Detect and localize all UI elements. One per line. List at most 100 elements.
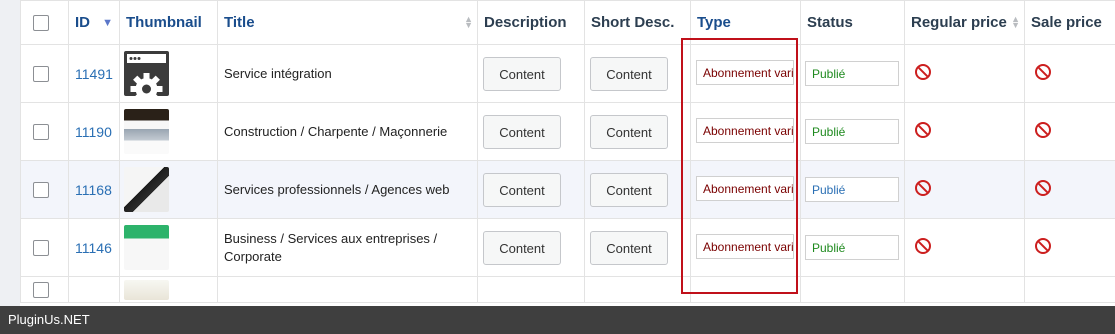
thumbnail-image[interactable]: [124, 167, 169, 212]
gear-icon: [127, 54, 166, 96]
thumbnail-image[interactable]: [124, 109, 169, 154]
short-desc-content-button[interactable]: Content: [590, 114, 668, 149]
no-entry-icon: [915, 64, 931, 80]
thumbnail-image[interactable]: [124, 51, 169, 96]
sort-icon[interactable]: ▲ ▼: [1011, 15, 1020, 30]
status-cell: Publié: [800, 218, 905, 277]
thumbnail-cell: [119, 218, 218, 277]
thumbnail-cell: [119, 276, 218, 303]
description-content-button[interactable]: Content: [483, 114, 561, 149]
footer-brand: PluginUs.NET: [8, 312, 90, 327]
left-gutter: [0, 0, 20, 334]
short-desc-content-button[interactable]: Content: [590, 172, 668, 207]
description-cell: Content: [477, 160, 585, 219]
column-description: Description: [477, 0, 585, 45]
row-select-cell: [20, 218, 69, 277]
short-desc-content-button[interactable]: Content: [590, 230, 668, 265]
status-cell: Publié: [800, 160, 905, 219]
sort-icon[interactable]: ▲ ▼: [464, 15, 473, 30]
short-desc-cell: Content: [584, 160, 691, 219]
title-cell: Services professionnels / Agences web: [217, 160, 478, 219]
column-regular-price[interactable]: Regular price ▲ ▼: [904, 0, 1025, 45]
column-thumbnail: Thumbnail: [119, 0, 218, 45]
description-content-button[interactable]: Content: [483, 56, 561, 91]
thumbnail-image[interactable]: [124, 225, 169, 270]
row-checkbox[interactable]: [33, 181, 49, 198]
id-cell: 11491: [68, 44, 120, 103]
id-link[interactable]: 11168: [69, 182, 112, 198]
description-cell: Content: [477, 218, 585, 277]
short-desc-content-button[interactable]: Content: [590, 56, 668, 91]
sort-desc-icon[interactable]: ▼: [102, 18, 113, 29]
regular-price-cell: [904, 44, 1025, 103]
title-cell: Service intégration: [217, 44, 478, 103]
regular-price-cell: [904, 102, 1025, 161]
column-title[interactable]: Title ▲ ▼: [217, 0, 478, 45]
short-desc-cell: [584, 276, 691, 303]
description-content-button[interactable]: Content: [483, 230, 561, 265]
no-entry-icon: [915, 238, 931, 254]
id-cell: 11146: [68, 218, 120, 277]
thumbnail-cell: [119, 102, 218, 161]
no-entry-icon: [1035, 238, 1051, 254]
sale-price-cell: [1024, 276, 1115, 303]
title-cell: [217, 276, 478, 303]
sale-price-cell: [1024, 102, 1115, 161]
row-checkbox[interactable]: [33, 239, 49, 256]
product-title[interactable]: Service intégration: [218, 65, 477, 83]
status-select[interactable]: Publié: [805, 119, 899, 144]
column-id[interactable]: ID ▼: [68, 0, 120, 45]
title-cell: Construction / Charpente / Maçonnerie: [217, 102, 478, 161]
products-table: ID ▼ Thumbnail Title ▲ ▼ Description Short …: [20, 0, 1115, 303]
column-status: Status: [800, 0, 905, 45]
row-checkbox[interactable]: [33, 65, 49, 82]
id-cell: 11168: [68, 160, 120, 219]
row-select-cell: [20, 276, 69, 303]
regular-price-cell: [904, 276, 1025, 303]
id-link[interactable]: 11190: [69, 124, 112, 140]
footer-bar: PluginUs.NET: [0, 306, 1115, 334]
row-checkbox[interactable]: [33, 123, 49, 140]
description-cell: [477, 276, 585, 303]
column-sale-price[interactable]: Sale price: [1024, 0, 1115, 45]
id-cell: 11190: [68, 102, 120, 161]
no-entry-icon: [915, 180, 931, 196]
status-select[interactable]: Publié: [805, 177, 899, 202]
table-row: 11190 Construction / Charpente / Maçonne…: [20, 102, 1115, 161]
row-select-cell: [20, 102, 69, 161]
type-column-highlight: [681, 38, 798, 294]
id-link[interactable]: 11491: [69, 66, 113, 82]
select-all-cell: [20, 0, 69, 45]
status-cell: Publié: [800, 44, 905, 103]
table-row: 11168 Services professionnels / Agences …: [20, 160, 1115, 219]
description-cell: Content: [477, 44, 585, 103]
no-entry-icon: [915, 122, 931, 138]
id-cell: [68, 276, 120, 303]
id-link[interactable]: 11146: [69, 240, 112, 256]
short-desc-cell: Content: [584, 218, 691, 277]
table-row: 11146 Business / Services aux entreprise…: [20, 218, 1115, 277]
thumbnail-image[interactable]: [124, 279, 169, 300]
row-select-cell: [20, 160, 69, 219]
sale-price-cell: [1024, 160, 1115, 219]
product-title[interactable]: Business / Services aux entreprises / Co…: [218, 230, 477, 266]
column-short-desc: Short Desc.: [584, 0, 691, 45]
row-checkbox[interactable]: [33, 281, 49, 298]
header-row: ID ▼ Thumbnail Title ▲ ▼ Description Short …: [20, 0, 1115, 45]
product-title[interactable]: Construction / Charpente / Maçonnerie: [218, 123, 477, 141]
select-all-checkbox[interactable]: [33, 14, 49, 31]
thumbnail-cell: [119, 160, 218, 219]
thumbnail-cell: [119, 44, 218, 103]
status-select[interactable]: Publié: [805, 235, 899, 260]
table-row: [20, 276, 1115, 303]
description-cell: Content: [477, 102, 585, 161]
short-desc-cell: Content: [584, 44, 691, 103]
description-content-button[interactable]: Content: [483, 172, 561, 207]
sale-price-cell: [1024, 44, 1115, 103]
title-cell: Business / Services aux entreprises / Co…: [217, 218, 478, 277]
no-entry-icon: [1035, 122, 1051, 138]
status-select[interactable]: Publié: [805, 61, 899, 86]
product-title[interactable]: Services professionnels / Agences web: [218, 181, 477, 199]
sale-price-cell: [1024, 218, 1115, 277]
no-entry-icon: [1035, 64, 1051, 80]
